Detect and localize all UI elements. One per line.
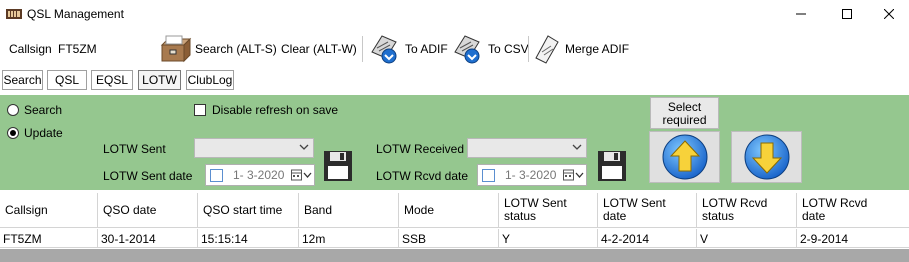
move-up-button[interactable] xyxy=(649,131,720,183)
header-text: date xyxy=(802,209,826,223)
table-cell-lotw-sent-status[interactable]: Y xyxy=(499,229,598,248)
toolbar-separator xyxy=(362,36,363,62)
radio-selected-dot xyxy=(10,130,16,136)
radio-circle xyxy=(7,127,19,139)
column-header-band[interactable]: Band xyxy=(299,193,399,228)
date-enable-checkbox[interactable] xyxy=(482,168,495,182)
disable-refresh-checkbox[interactable]: Disable refresh on save xyxy=(194,103,338,117)
window-title: QSL Management xyxy=(27,7,124,21)
header-text: status xyxy=(504,209,537,223)
to-csv-label: To CSV xyxy=(488,42,529,56)
tab-qsl[interactable]: QSL xyxy=(47,70,87,90)
calendar-dropdown-icon[interactable] xyxy=(563,169,585,181)
lotw-received-select[interactable] xyxy=(467,138,587,158)
close-icon xyxy=(884,9,894,19)
column-header-callsign[interactable]: Callsign xyxy=(0,193,98,228)
tab-lotw[interactable]: LOTW xyxy=(138,70,181,90)
to-adif-button[interactable]: To ADIF xyxy=(368,34,448,64)
column-header-lotw-sent-status[interactable]: LOTW Sent status xyxy=(499,193,598,228)
save-received-floppy-icon[interactable] xyxy=(597,150,627,182)
move-down-button[interactable] xyxy=(731,131,802,183)
table-cell-qso-start-time[interactable]: 15:15:14 xyxy=(198,229,299,248)
header-text: date xyxy=(603,209,627,223)
update-mode-radio[interactable]: Update xyxy=(7,126,63,140)
minimize-icon xyxy=(796,13,806,15)
select-required-button[interactable]: Select required xyxy=(650,97,719,129)
table-cell-band[interactable]: 12m xyxy=(299,229,399,248)
title-bar: QSL Management xyxy=(0,0,909,28)
header-text: Band xyxy=(304,203,333,217)
lotw-sent-label: LOTW Sent xyxy=(103,142,166,156)
lotw-rcvd-date-value: 1- 3-2020 xyxy=(505,168,557,182)
lotw-sent-date-picker[interactable]: 1- 3-2020 xyxy=(205,164,315,186)
search-mode-label: Search xyxy=(24,103,63,117)
search-button-label: Search (ALT-S) xyxy=(195,42,277,56)
chevron-down-icon xyxy=(572,144,582,150)
table-cell-callsign[interactable]: FT5ZM xyxy=(0,229,98,248)
grid-empty-area xyxy=(0,249,909,262)
toolbar: Callsign Search (ALT-S) Clear (ALT-W) To… xyxy=(0,30,909,66)
callsign-input[interactable] xyxy=(56,39,158,59)
export-document-icon xyxy=(371,35,397,64)
disable-refresh-label: Disable refresh on save xyxy=(212,103,339,117)
tab-search[interactable]: Search xyxy=(2,70,43,90)
calendar-dropdown-icon[interactable] xyxy=(291,169,313,181)
header-text: Mode xyxy=(404,203,435,217)
header-text: QSO start time xyxy=(203,203,283,217)
tab-clublog[interactable]: ClubLog xyxy=(186,70,234,90)
select-required-line2: required xyxy=(662,113,707,127)
arrow-up-icon xyxy=(662,134,707,180)
to-adif-label: To ADIF xyxy=(405,42,448,56)
merge-adif-button[interactable]: Merge ADIF xyxy=(534,34,629,64)
column-header-qso-start-time[interactable]: QSO start time xyxy=(198,193,299,228)
header-text: QSO date xyxy=(103,203,157,217)
callsign-label: Callsign xyxy=(9,42,52,56)
search-mode-radio[interactable]: Search xyxy=(7,103,62,117)
table-cell-mode[interactable]: SSB xyxy=(399,229,499,248)
checkbox-box xyxy=(194,104,206,116)
export-document-icon xyxy=(454,35,480,64)
search-button[interactable]: Search (ALT-S) xyxy=(160,34,277,64)
toolbar-separator xyxy=(528,36,529,62)
table-cell-lotw-sent-date[interactable]: 4-2-2014 xyxy=(598,229,697,248)
app-icon xyxy=(6,9,22,19)
maximize-icon xyxy=(842,9,852,19)
lotw-received-label: LOTW Received xyxy=(376,142,465,156)
document-icon xyxy=(535,35,559,64)
maximize-button[interactable] xyxy=(824,0,870,28)
tab-eqsl[interactable]: EQSL xyxy=(91,70,133,90)
column-header-qso-date[interactable]: QSO date xyxy=(98,193,198,228)
merge-adif-label: Merge ADIF xyxy=(565,42,630,56)
header-text: status xyxy=(702,209,735,223)
minimize-button[interactable] xyxy=(778,0,824,28)
lotw-sent-date-value: 1- 3-2020 xyxy=(233,168,285,182)
to-csv-button[interactable]: To CSV xyxy=(451,34,529,64)
radio-circle xyxy=(7,104,19,116)
table-cell-lotw-rcvd-date[interactable]: 2-9-2014 xyxy=(797,229,909,248)
column-header-mode[interactable]: Mode xyxy=(399,193,499,228)
lotw-sent-date-label: LOTW Sent date xyxy=(103,169,193,183)
arrow-down-icon xyxy=(744,134,789,180)
chevron-down-icon xyxy=(299,144,309,150)
clear-button[interactable]: Clear (ALT-W) xyxy=(281,42,357,56)
qso-grid: Callsign QSO date QSO start time Band Mo… xyxy=(0,193,909,262)
table-cell-qso-date[interactable]: 30-1-2014 xyxy=(98,229,198,248)
lotw-rcvd-date-label: LOTW Rcvd date xyxy=(376,169,469,183)
close-button[interactable] xyxy=(866,0,909,28)
lotw-sent-select[interactable] xyxy=(194,138,314,158)
date-enable-checkbox[interactable] xyxy=(210,168,223,182)
column-header-lotw-rcvd-status[interactable]: LOTW Rcvd status xyxy=(697,193,797,228)
save-sent-floppy-icon[interactable] xyxy=(323,150,353,182)
card-file-icon xyxy=(160,35,192,63)
lotw-rcvd-date-picker[interactable]: 1- 3-2020 xyxy=(477,164,587,186)
update-mode-label: Update xyxy=(24,126,63,140)
table-cell-lotw-rcvd-status[interactable]: V xyxy=(697,229,797,248)
header-text: Callsign xyxy=(5,203,48,217)
column-header-lotw-sent-date[interactable]: LOTW Sent date xyxy=(598,193,697,228)
column-header-lotw-rcvd-date[interactable]: LOTW Rcvd date xyxy=(797,193,909,228)
